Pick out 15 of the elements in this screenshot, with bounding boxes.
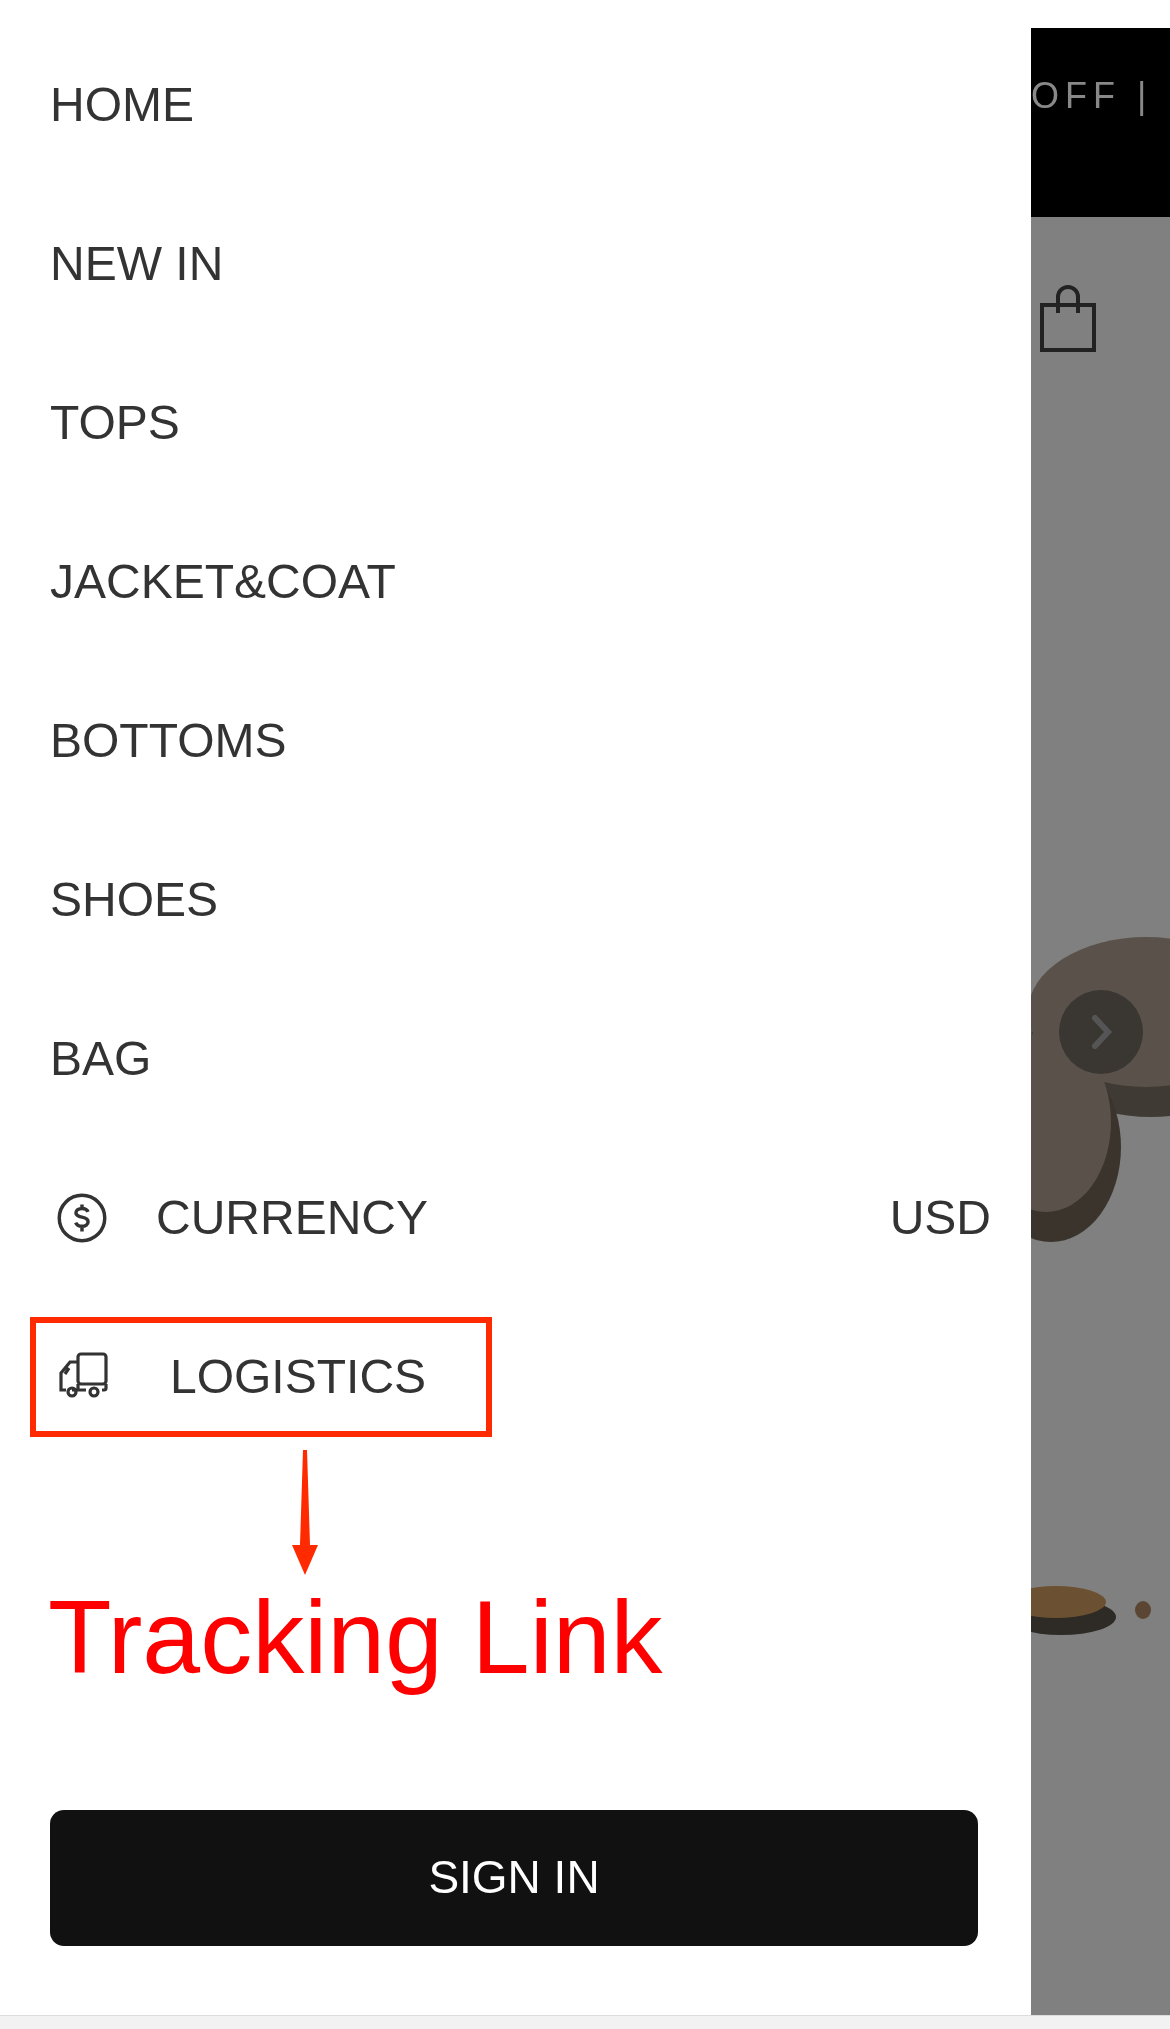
menu-link[interactable]: JACKET&COAT [50, 557, 396, 606]
currency-value: USD [889, 1193, 991, 1242]
sign-in-button[interactable]: SIGN IN [50, 1809, 978, 1946]
menu-link[interactable]: BOTTOMS [50, 716, 287, 765]
dollar-icon [56, 1191, 108, 1244]
banner-text: OFF | [1031, 78, 1153, 114]
menu-link[interactable]: BAG [50, 1034, 152, 1083]
menu-link[interactable]: HOME [50, 80, 194, 129]
menu-link[interactable]: NEW IN [50, 239, 224, 288]
shopping-bag-icon[interactable] [1039, 285, 1097, 353]
menu-link[interactable]: TOPS [50, 398, 180, 447]
menu-link[interactable]: SHOES [50, 875, 219, 924]
menu-link[interactable]: CURRENCY [156, 1193, 428, 1242]
menu-link[interactable]: LOGISTICS [170, 1352, 427, 1401]
annotation-text: Tracking Link [48, 1578, 663, 1697]
